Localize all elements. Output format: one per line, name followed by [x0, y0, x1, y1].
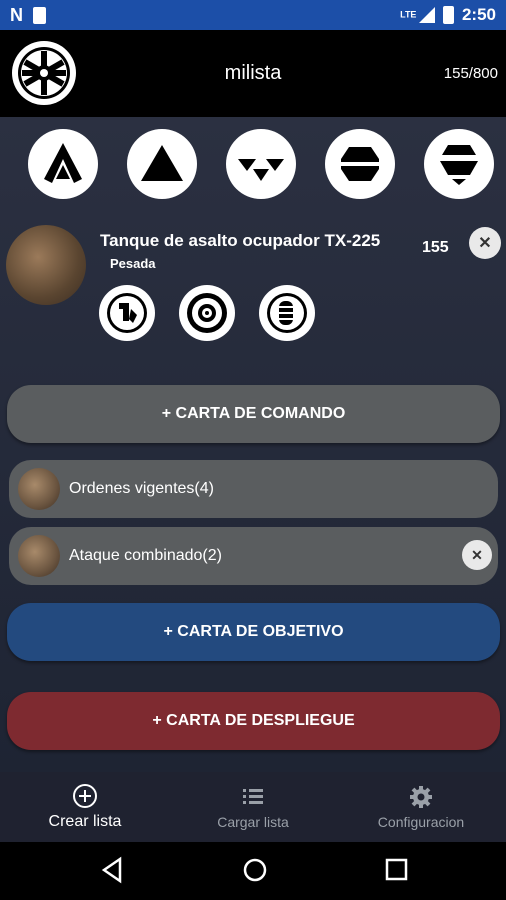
- unit-type: Pesada: [110, 256, 156, 271]
- sd-card-icon: [33, 7, 46, 24]
- app-title: milista: [224, 62, 282, 84]
- nav-label: Cargar lista: [217, 814, 289, 830]
- remove-card-button[interactable]: ✕: [462, 540, 492, 570]
- rank-support-icon[interactable]: [424, 129, 494, 199]
- unit-cost: 155: [422, 239, 449, 256]
- add-command-card-button[interactable]: + CARTA DE COMANDO: [7, 385, 500, 443]
- clock: 2:50: [461, 5, 496, 24]
- card-label: Ataque combinado(2): [69, 547, 222, 564]
- add-objective-card-button[interactable]: + CARTA DE OBJETIVO: [7, 603, 500, 661]
- add-deployment-card-button[interactable]: + CARTA DE DESPLIEGUE: [7, 692, 500, 750]
- points-counter: 155/800: [443, 65, 498, 82]
- rank-selector: [0, 129, 506, 204]
- upgrade-pilot-icon[interactable]: [99, 285, 155, 341]
- home-icon[interactable]: [241, 856, 269, 889]
- rank-commander-icon[interactable]: [28, 129, 98, 199]
- upgrade-hardpoint-icon[interactable]: [259, 285, 315, 341]
- gear-icon: [410, 786, 432, 808]
- card-label: Ordenes vigentes(4): [69, 480, 214, 497]
- rank-operative-icon[interactable]: [127, 129, 197, 199]
- army-list-content: Tanque de asalto ocupador TX-225 Pesada …: [0, 117, 506, 772]
- nav-label: Crear lista: [48, 813, 122, 830]
- command-card-item[interactable]: Ataque combinado(2): [9, 527, 498, 585]
- list-icon: [243, 789, 263, 804]
- back-icon[interactable]: [100, 856, 124, 889]
- nav-create-list[interactable]: Crear lista: [20, 772, 150, 842]
- remove-unit-button[interactable]: ✕: [469, 227, 501, 259]
- upgrade-comms-icon[interactable]: [179, 285, 235, 341]
- nav-label: Configuracion: [377, 814, 465, 830]
- battery-icon: [442, 6, 454, 24]
- rank-corps-icon[interactable]: [226, 129, 296, 199]
- status-bar: N LTE 2:50: [0, 0, 506, 30]
- card-thumbnail: [18, 535, 60, 577]
- rank-special-forces-icon[interactable]: [325, 129, 395, 199]
- unit-avatar[interactable]: [6, 225, 86, 305]
- app-bar: milista 155/800: [0, 30, 506, 117]
- command-card-item[interactable]: Ordenes vigentes(4): [9, 460, 498, 518]
- notification-n-icon: N: [10, 5, 23, 25]
- add-circle-icon: [73, 784, 97, 808]
- system-navigation-bar: [0, 842, 506, 900]
- nav-load-list[interactable]: Cargar lista: [188, 772, 318, 842]
- card-thumbnail: [18, 468, 60, 510]
- bottom-navigation: Crear lista Cargar lista Configuracion: [0, 772, 506, 842]
- unit-name[interactable]: Tanque de asalto ocupador TX-225: [100, 231, 380, 251]
- lte-signal-icon: LTE: [400, 7, 435, 23]
- nav-settings[interactable]: Configuracion: [356, 772, 486, 842]
- recents-icon[interactable]: [384, 856, 410, 889]
